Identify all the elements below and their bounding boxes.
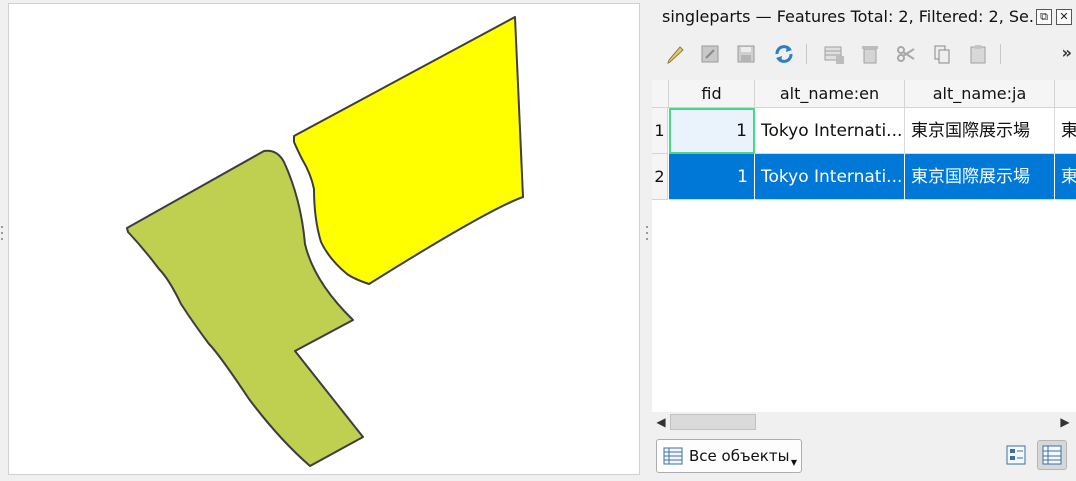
splitter-handle-left[interactable]	[1, 226, 4, 250]
table-icon	[663, 447, 683, 465]
table-empty-area	[668, 200, 1076, 412]
table-view-icon	[1042, 445, 1062, 465]
row-number[interactable]: 1	[652, 108, 668, 154]
save-icon[interactable]	[734, 42, 758, 66]
cell-fid[interactable]: 1	[669, 108, 755, 154]
map-features[interactable]	[9, 4, 641, 476]
attribute-table[interactable]: fid alt_name:en alt_name:ja 1 1 Tokyo In…	[652, 80, 1076, 412]
toolbar-separator	[806, 44, 807, 64]
scroll-thumb[interactable]	[670, 414, 756, 430]
feature-polygon-yellow[interactable]	[293, 16, 524, 285]
column-header-alt-name-en[interactable]: alt_name:en	[755, 80, 905, 108]
delete-feature-icon[interactable]	[858, 42, 882, 66]
add-feature-icon[interactable]	[822, 42, 846, 66]
cell-fid[interactable]: 1	[669, 154, 755, 200]
column-header-alt-name-ja[interactable]: alt_name:ja	[905, 80, 1055, 108]
cell-alt-name-ja[interactable]: 東京国際展示場	[905, 154, 1055, 200]
float-icon[interactable]: ⧉	[1036, 9, 1052, 25]
cell-extra[interactable]: 東	[1055, 108, 1076, 154]
cell-extra[interactable]: 東	[1055, 154, 1076, 200]
cell-alt-name-en[interactable]: Tokyo Internati...	[755, 154, 905, 200]
form-view-icon	[1006, 445, 1026, 465]
feature-filter-button[interactable]: Все объекты ▼	[656, 439, 802, 473]
map-area	[0, 0, 648, 481]
copy-icon[interactable]	[930, 42, 954, 66]
dock-title: singleparts — Features Total: 2, Filtere…	[662, 7, 1034, 26]
splitter-handle-right[interactable]	[646, 226, 649, 250]
form-view-button[interactable]	[1001, 440, 1031, 470]
attribute-toolbar: »	[662, 40, 1072, 70]
pencil-edit-icon[interactable]	[664, 42, 688, 66]
cut-icon[interactable]	[894, 42, 918, 66]
close-icon[interactable]: ✕	[1056, 9, 1072, 25]
column-header-extra[interactable]	[1055, 80, 1076, 108]
toolbar-separator	[1000, 44, 1001, 64]
corner-header[interactable]	[652, 80, 669, 108]
toolbar-overflow-button[interactable]: »	[1062, 43, 1072, 62]
scroll-track[interactable]	[670, 414, 1058, 430]
multi-edit-icon[interactable]	[698, 42, 722, 66]
column-header-fid[interactable]: fid	[669, 80, 755, 108]
scroll-right-icon[interactable]: ▶	[1058, 415, 1072, 429]
map-canvas[interactable]	[8, 3, 640, 475]
horizontal-scrollbar[interactable]: ◀ ▶	[652, 412, 1076, 432]
attribute-table-dock: singleparts — Features Total: 2, Filtere…	[652, 0, 1076, 481]
paste-icon[interactable]	[966, 42, 990, 66]
scroll-left-icon[interactable]: ◀	[654, 415, 668, 429]
filter-label: Все объекты	[689, 447, 790, 465]
row-number[interactable]: 2	[652, 154, 668, 200]
chevron-down-icon: ▼	[790, 458, 797, 467]
cell-alt-name-en[interactable]: Tokyo Internati...	[755, 108, 905, 154]
cell-alt-name-ja[interactable]: 東京国際展示場	[905, 108, 1055, 154]
table-view-button[interactable]	[1037, 440, 1067, 470]
reload-icon[interactable]	[772, 42, 796, 66]
